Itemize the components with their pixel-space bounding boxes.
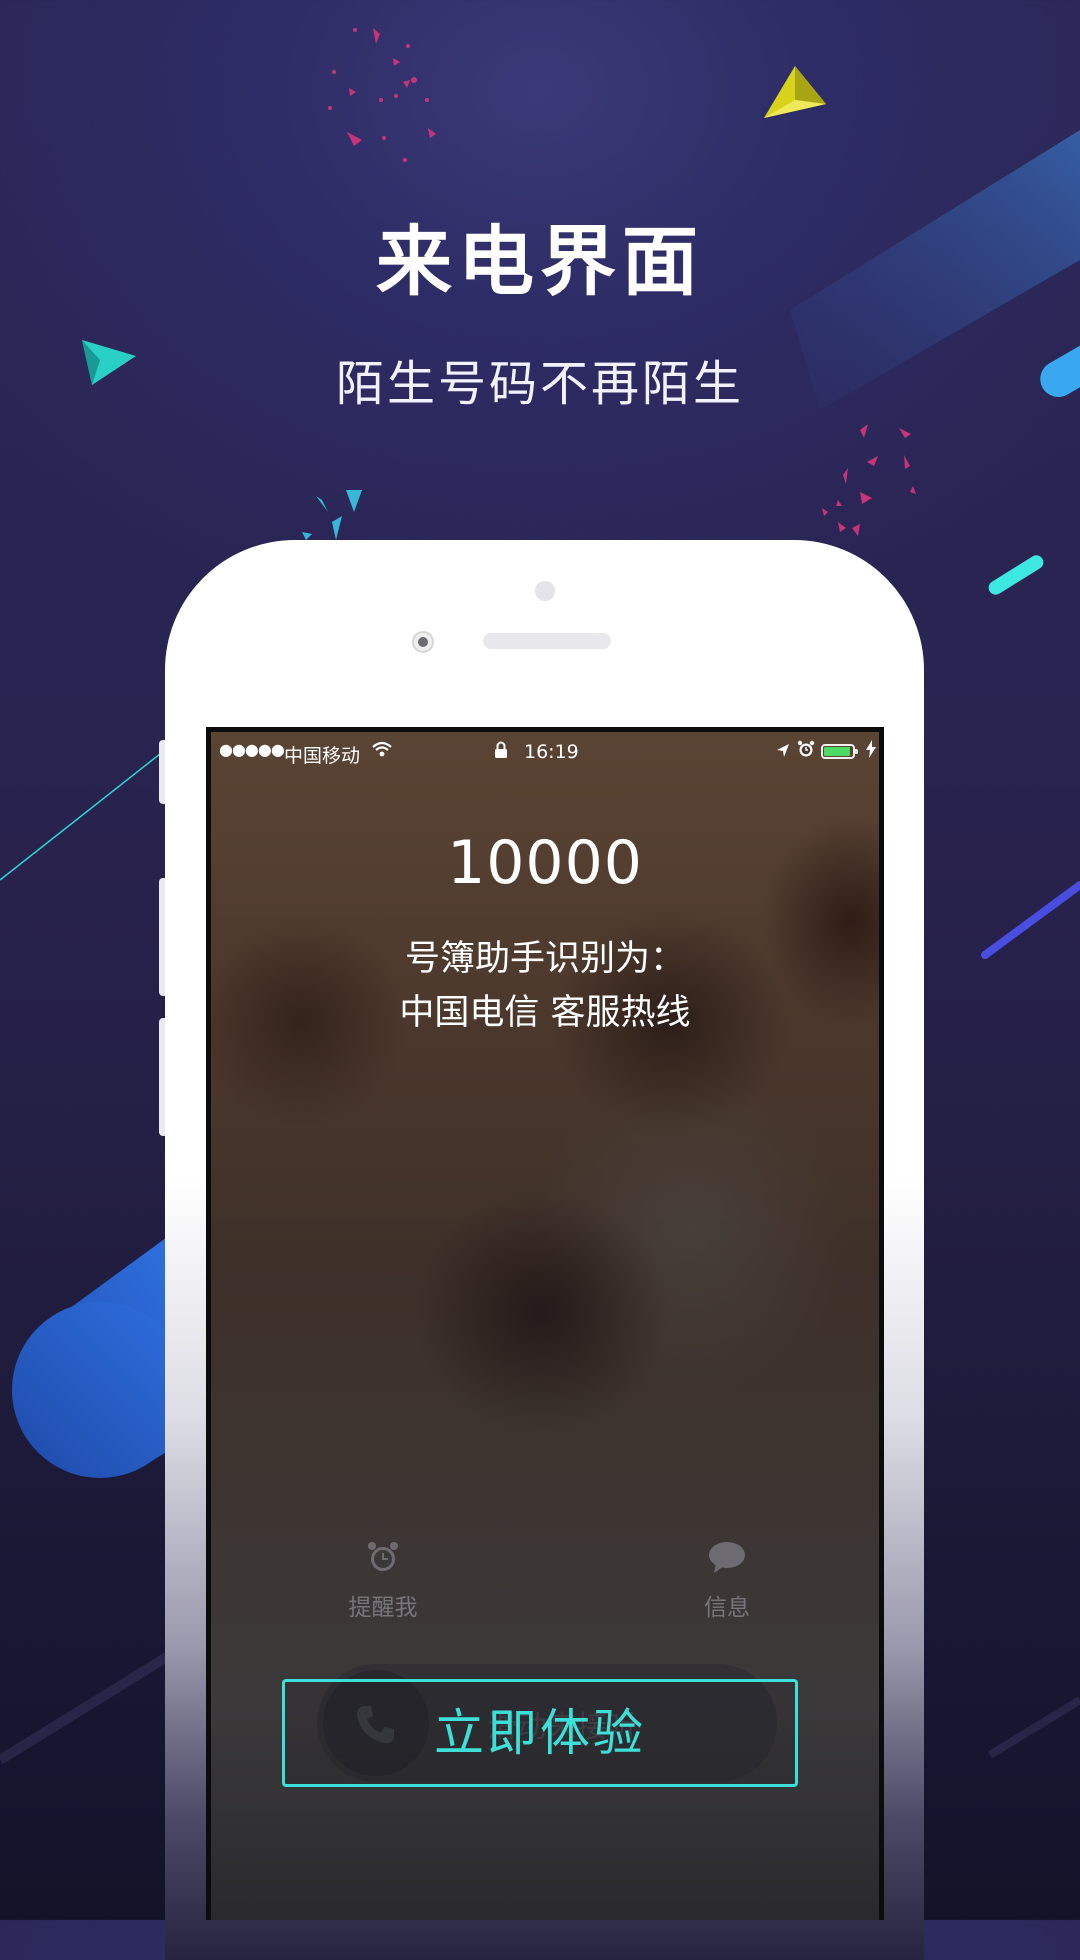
caller-id-result: 中国电信 客服热线 [399, 993, 691, 1033]
pink-confetti-right [822, 424, 916, 536]
charging-icon [866, 740, 876, 763]
phone-front-camera [412, 631, 434, 653]
speech-bubble-icon [657, 1540, 797, 1580]
alarm-clock-icon [313, 1540, 453, 1580]
message-button[interactable]: 信息 [657, 1540, 797, 1622]
purple-line [981, 881, 1080, 959]
page-title: 来电界面 [376, 217, 704, 306]
try-now-button[interactable]: 立即体验 [282, 1679, 798, 1787]
remind-me-button[interactable]: 提醒我 [313, 1540, 453, 1622]
yellow-pyramid [764, 66, 826, 118]
cyan-confetti [302, 490, 362, 540]
caller-id-label: 号簿助手识别为： [404, 939, 685, 979]
thin-cyan-line [0, 749, 166, 881]
phone-speaker [483, 633, 611, 649]
caller-number: 10000 [447, 828, 643, 898]
clock-time: 16:19 [524, 741, 579, 763]
cyan-bar [988, 555, 1044, 595]
wifi-icon [371, 740, 393, 763]
pink-confetti-top [328, 28, 436, 162]
page-subtitle: 陌生号码不再陌生 [335, 356, 744, 412]
signal-dots: ●●●●● [219, 740, 285, 759]
alarm-icon [797, 740, 815, 763]
message-label: 信息 [704, 1595, 750, 1621]
remind-me-label: 提醒我 [348, 1595, 418, 1621]
battery-icon [821, 744, 858, 759]
carrier-name: 中国移动 [284, 745, 361, 767]
location-icon [776, 742, 790, 764]
status-bar: ●●●●● 中国移动 16:19 [211, 732, 879, 772]
phone-sensor [535, 581, 555, 601]
lock-icon [494, 741, 508, 764]
